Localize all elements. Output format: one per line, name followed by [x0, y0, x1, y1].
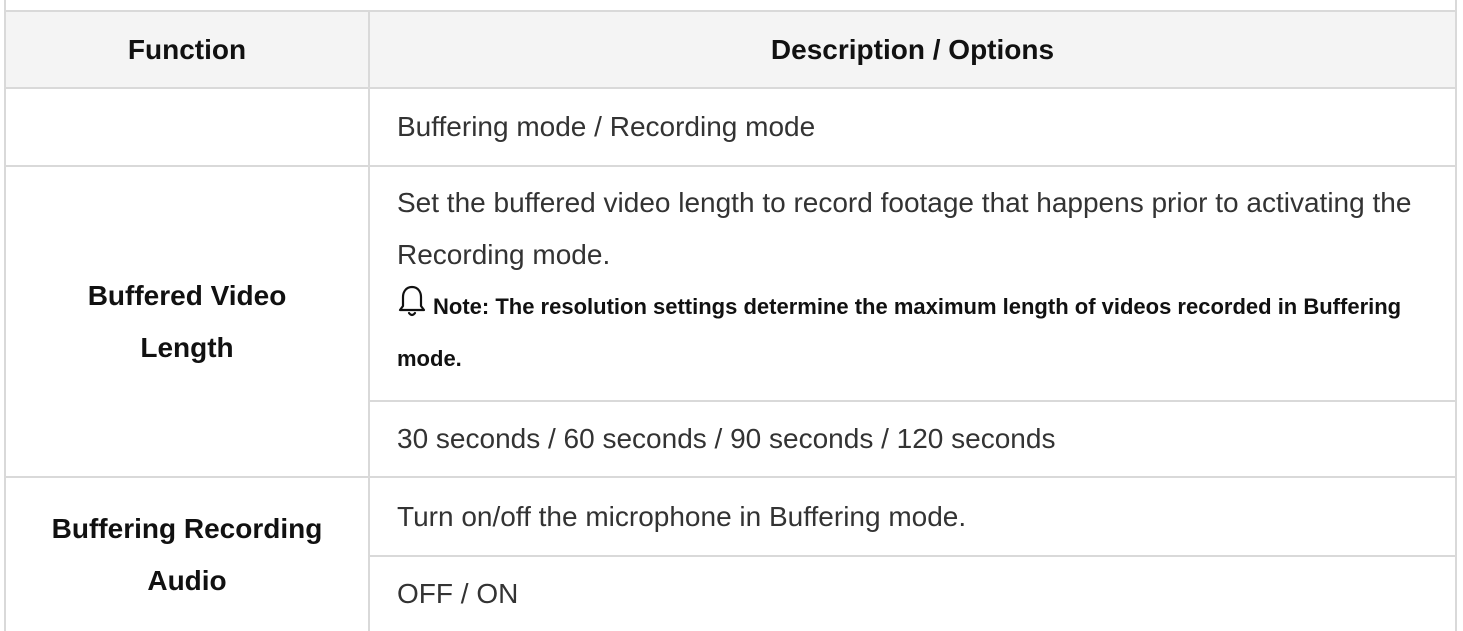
row-2-note-text: Note: The resolution settings determine …	[397, 294, 1402, 371]
options-table: Function Description / Options Buffering…	[0, 0, 1463, 631]
row-2-description: Set the buffered video length to record …	[370, 167, 1455, 400]
row-2-note: Note: The resolution settings determine …	[397, 281, 1425, 385]
row-3-options-text: OFF / ON	[397, 578, 519, 609]
header-description-label: Description / Options	[770, 33, 1055, 65]
column-divider	[368, 12, 370, 631]
header-description: Description / Options	[370, 12, 1455, 87]
row-divider-header	[4, 87, 1457, 89]
row-divider-top	[4, 10, 1457, 12]
row-2-function-label: Buffered Video Length	[87, 279, 287, 363]
row-3-description: Turn on/off the microphone in Buffering …	[370, 478, 1455, 555]
row-divider-2a	[370, 400, 1457, 402]
row-2-description-text: Set the buffered video length to record …	[397, 187, 1412, 270]
row-1-function	[6, 89, 368, 165]
border-left	[4, 0, 6, 631]
row-2-options: 30 seconds / 60 seconds / 90 seconds / 1…	[370, 402, 1455, 476]
row-3-function-label: Buffering Recording Audio	[51, 512, 323, 596]
header-function: Function	[6, 12, 368, 87]
row-3-options: OFF / ON	[370, 557, 1455, 631]
border-right	[1455, 0, 1457, 631]
row-2-function: Buffered Video Length	[6, 167, 368, 476]
row-2-options-text: 30 seconds / 60 seconds / 90 seconds / 1…	[397, 423, 1056, 454]
row-divider-2	[4, 476, 1457, 478]
row-1-description: Buffering mode / Recording mode	[370, 89, 1455, 165]
row-1-description-text: Buffering mode / Recording mode	[397, 111, 816, 142]
bell-icon	[398, 285, 426, 317]
row-divider-1	[4, 165, 1457, 167]
row-3-description-text: Turn on/off the microphone in Buffering …	[397, 500, 967, 532]
header-function-label: Function	[127, 33, 247, 65]
row-3-function: Buffering Recording Audio	[6, 478, 368, 631]
row-divider-3a	[370, 555, 1457, 557]
